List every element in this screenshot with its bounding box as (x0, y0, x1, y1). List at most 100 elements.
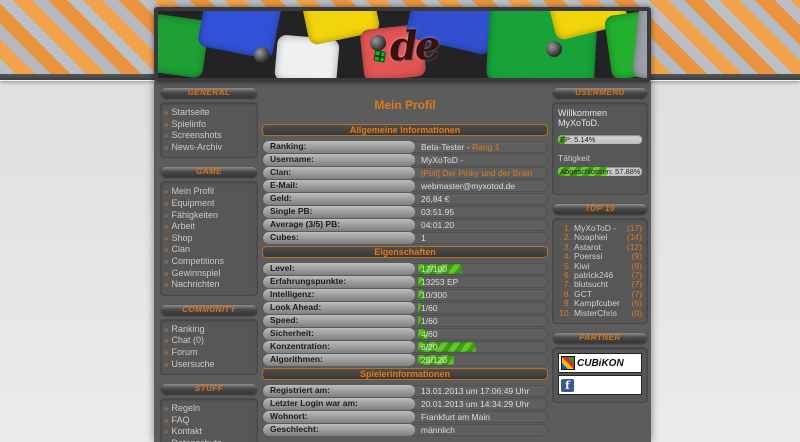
sidebar-menu-item[interactable]: » Startseite (164, 107, 254, 119)
sidebar-menu-item[interactable]: »Datenschutz (164, 438, 254, 442)
chevron-bullet-icon: » (164, 427, 169, 437)
row-value: 17/100 (415, 263, 547, 275)
menu-item-label: Equipment (171, 197, 215, 208)
facebook-icon: f (561, 378, 574, 392)
facebook-banner[interactable]: f (558, 375, 642, 396)
page-title: Mein Profil (374, 98, 436, 112)
profile-row: Cubes: 1 (262, 232, 548, 244)
chevron-bullet-icon: » (164, 198, 169, 208)
logo-domain-suffix: de (388, 21, 438, 70)
row-value-text: 13.01.2013 um 17:06:49 Uhr (421, 385, 530, 396)
sidebar-menu-item[interactable]: » Competitions (164, 256, 254, 268)
row-label: Username: (263, 154, 415, 166)
menu-item-label: Chat (0) (171, 335, 204, 346)
row-value-text: 20.01.2013 um 14:34:29 Uhr (421, 398, 530, 409)
top10-name: Kiwi (574, 261, 590, 271)
profile-row: Geld: 26,84 € (262, 193, 548, 205)
profile-row: Geschlecht: männlich (262, 424, 548, 436)
sidebar-menu-item[interactable]: » Clan (164, 244, 254, 256)
row-value: 4/60 (415, 328, 547, 340)
top10-name: patrick246 (574, 271, 614, 281)
row-label: Cubes: (263, 232, 415, 244)
menu-item-label: Arbeit (171, 221, 195, 232)
top10-name: GCT (574, 289, 592, 299)
row-label: Clan: (263, 167, 415, 179)
row-value: 1/60 (415, 302, 547, 314)
row-label: Geschlecht: (263, 424, 415, 436)
sidebar-menu-item[interactable]: » Usersuche (164, 359, 254, 371)
profile-row: Letzter Login war am: 20.01.2013 um 14:3… (262, 398, 548, 410)
section-rows: Registriert am: 13.01.2013 um 17:06:49 U… (262, 385, 548, 436)
sidebar-menu-item[interactable]: » Spielinfo (164, 119, 254, 131)
sidebar-menu-item[interactable]: » Shop (164, 233, 254, 245)
sidebar-menu-item[interactable]: » Forum (164, 347, 254, 359)
menu-item-label: Usersuche (171, 358, 215, 369)
main-content: Mein Profil Allgemeine Informationen Ran… (262, 82, 548, 437)
sidebar-menu-item[interactable]: » Nachrichten (164, 279, 254, 291)
row-value-text: 6/20 (421, 341, 438, 352)
sidebar-menu-item[interactable]: » Kontakt (164, 426, 254, 438)
profile-sections: Allgemeine Informationen Ranking: Beta-T… (262, 124, 548, 436)
welcome-text: Willkommen MyXoToD. (558, 108, 608, 128)
top10-row[interactable]: 10. MisterChris (0) (558, 308, 642, 318)
sidebar-menu-item[interactable]: » Regeln (164, 403, 254, 415)
menu-item-label: Startseite (171, 107, 210, 117)
profile-section: Eigenschaften Level: 17/100 Erfahrungspu… (262, 246, 548, 366)
sidebar-menu-item[interactable]: » FAQ (164, 415, 254, 427)
row-value-text: 10/300 (421, 289, 447, 300)
profile-row: Erfahrungspunkte: 13253 EP (262, 276, 548, 288)
chevron-bullet-icon: » (164, 280, 169, 290)
sidebar-menu-item[interactable]: » Gewinnspiel (164, 268, 254, 280)
chevron-bullet-icon: » (164, 108, 169, 117)
section-rows: Level: 17/100 Erfahrungspunkte: 13253 EP (262, 263, 548, 366)
sidebar-menu-item[interactable]: » Ranking (164, 324, 254, 336)
menu-item-label: Competitions (171, 255, 224, 266)
row-value: 13253 EP (415, 276, 547, 288)
top10-name: Astarot (574, 242, 601, 252)
chevron-bullet-icon: » (164, 142, 169, 152)
sidebar-menu-item[interactable]: » News-Archiv (164, 142, 254, 154)
partner-box: CUBiKON f (552, 347, 648, 404)
menu-section-header: GENERAL (161, 88, 257, 98)
sidebar-menu-item[interactable]: » Screenshots (164, 130, 254, 142)
menu-item-label: Spielinfo (171, 118, 206, 129)
menu-section: GAME » Mein Profil » Equipment » Fähigkeite… (160, 167, 258, 296)
sidebar-menu-item[interactable]: » Arbeit (164, 221, 254, 233)
cubikon-label: CUBiKON (577, 357, 624, 369)
row-value-text: 25/120 (421, 354, 447, 365)
row-value: 04:01.20 (415, 220, 547, 231)
activity-label: Tätigkeit (558, 153, 591, 163)
left-sidebar: GENERAL » Startseite » Spielinfo » Screensh… (160, 86, 258, 442)
sidebar-menu-item[interactable]: » Fähigkeiten (164, 210, 254, 222)
top10-name: MyXoToD - (574, 224, 617, 233)
row-value-text: 04:01.20 (421, 219, 455, 230)
profile-row: Sicherheit: 4/60 (262, 328, 548, 340)
right-sidebar: USERMENU Willkommen MyXoToD. EP: 5.14% T… (552, 86, 648, 412)
row-value: Beta-Tester - Rang 1 (415, 142, 547, 153)
row-value: 03:51.95 (415, 207, 547, 218)
row-value-text: 1/60 (421, 315, 438, 326)
menu-item-label: Fähigkeiten (171, 209, 218, 220)
cubikon-banner[interactable]: CUBiKON (558, 353, 642, 374)
chevron-bullet-icon: » (164, 233, 169, 243)
menu-section: COMMUNITY » Ranking » Chat (0) » Forum » Use… (160, 304, 258, 376)
profile-row: Registriert am: 13.01.2013 um 17:06:49 U… (262, 385, 548, 397)
menu-item-label: Screenshots (171, 130, 222, 141)
profile-row: Algorithmen: 25/120 (262, 354, 548, 366)
usermenu-box: Willkommen MyXoToD. EP: 5.14% Tätigkeit … (552, 102, 648, 195)
row-value: männlich (415, 425, 547, 436)
row-value-link[interactable]: [Pull] Der Pinky und der Brain (421, 168, 533, 178)
sidebar-menu-item[interactable]: » Mein Profil (164, 186, 254, 198)
profile-row: Wohnort: Frankfurt am Main (262, 411, 548, 423)
row-value: 1 (415, 233, 547, 244)
chevron-bullet-icon: » (164, 336, 169, 346)
sidebar-menu-item[interactable]: » Chat (0) (164, 335, 254, 347)
row-value-link[interactable]: Rang 1 (472, 142, 499, 152)
row-value-text: 13253 EP (421, 276, 459, 287)
menu-list: » Startseite » Spielinfo » Screenshots » New… (160, 102, 258, 159)
menu-section: STUFF »Regeln »FAQ »Kontakt »Datenschutz… (160, 384, 258, 442)
menu-item-label: Nachrichten (171, 279, 220, 290)
row-value: 1/60 (415, 315, 547, 327)
menu-item-label: Kontakt (171, 426, 202, 437)
sidebar-menu-item[interactable]: » Equipment (164, 198, 254, 210)
